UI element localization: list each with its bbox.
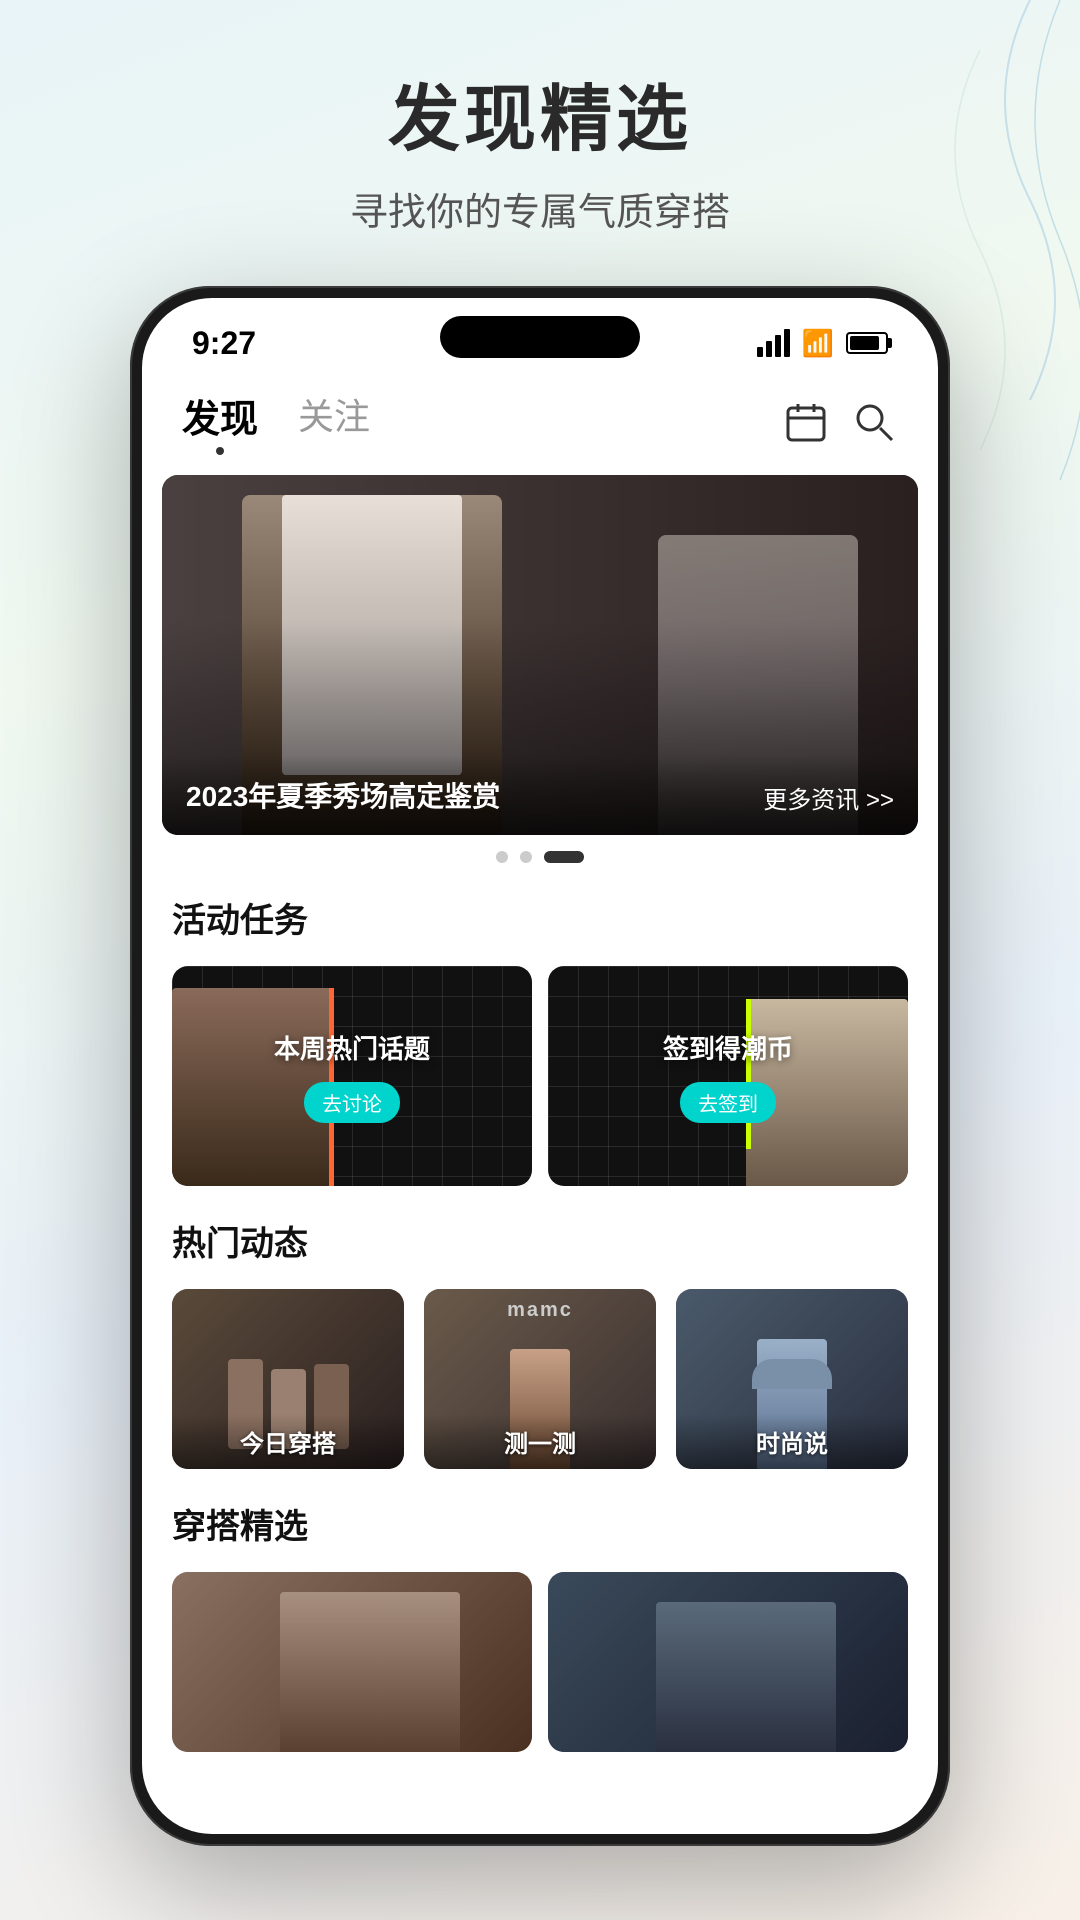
page-subtitle: 寻找你的专属气质穿搭 (350, 181, 730, 236)
dynamic-item-fashion-talk[interactable]: 时尚说 (676, 1289, 908, 1469)
activity-section-title: 活动任务 (172, 893, 908, 942)
dynamic-item-daily-outfit[interactable]: 今日穿搭 (172, 1289, 404, 1469)
activity-card-2-button[interactable]: 去签到 (680, 1082, 776, 1123)
dynamic-1-label: 今日穿搭 (172, 1414, 404, 1469)
activity-grid: 本周热门话题 去讨论 签到得潮币 去签到 (142, 966, 938, 1186)
banner[interactable]: 2023年夏季秀场高定鉴赏 更多资讯 >> (162, 475, 918, 835)
nav-tabs: 发现 关注 (182, 388, 370, 455)
outfit-grid (142, 1572, 938, 1752)
calendar-icon[interactable] (782, 398, 830, 446)
dynamics-grid: 今日穿搭 mamc 测一测 时尚说 (142, 1289, 938, 1469)
status-icons: 📶 (757, 328, 888, 359)
outfit-card-1[interactable] (172, 1572, 532, 1752)
activity-card-2-content: 签到得潮币 去签到 (548, 966, 908, 1186)
activity-card-1-button[interactable]: 去讨论 (304, 1082, 400, 1123)
signal-icon (757, 329, 790, 357)
page-title: 发现精选 (350, 60, 730, 165)
dot-2[interactable] (520, 851, 532, 863)
nav-bar: 发现 关注 (142, 368, 938, 475)
dot-3-active[interactable] (544, 851, 584, 863)
outfit-section: 穿搭精选 (142, 1469, 938, 1548)
activity-card-2-text: 签到得潮币 (663, 1029, 793, 1066)
banner-more-link[interactable]: 更多资讯 >> (763, 780, 894, 815)
activity-card-checkin[interactable]: 签到得潮币 去签到 (548, 966, 908, 1186)
dynamic-2-label: 测一测 (424, 1414, 656, 1469)
header-section: 发现精选 寻找你的专属气质穿搭 (350, 60, 730, 236)
outfit-card-2[interactable] (548, 1572, 908, 1752)
search-icon[interactable] (850, 398, 898, 446)
activity-card-1-text: 本周热门话题 (274, 1029, 430, 1066)
dynamics-section-title: 热门动态 (172, 1216, 908, 1265)
banner-title: 2023年夏季秀场高定鉴赏 (186, 775, 500, 815)
dot-1[interactable] (496, 851, 508, 863)
tab-discover[interactable]: 发现 (182, 388, 258, 455)
dynamic-item-test[interactable]: mamc 测一测 (424, 1289, 656, 1469)
dynamics-section: 热门动态 (142, 1186, 938, 1265)
banner-dots (142, 851, 938, 863)
activity-section: 活动任务 (142, 863, 938, 942)
outfit-section-title: 穿搭精选 (172, 1499, 908, 1548)
tab-follow[interactable]: 关注 (298, 388, 370, 455)
battery-icon (846, 332, 888, 354)
banner-overlay: 2023年夏季秀场高定鉴赏 更多资讯 >> (162, 755, 918, 835)
activity-card-hot-topic[interactable]: 本周热门话题 去讨论 (172, 966, 532, 1186)
phone-screen: 9:27 📶 发现 关注 (142, 298, 938, 1834)
phone-frame: 9:27 📶 发现 关注 (130, 286, 950, 1846)
activity-card-1-content: 本周热门话题 去讨论 (172, 966, 532, 1186)
nav-action-icons (782, 398, 898, 446)
dynamic-3-label: 时尚说 (676, 1414, 908, 1469)
dynamic-island (440, 316, 640, 358)
wifi-icon: 📶 (802, 328, 834, 359)
status-time: 9:27 (192, 325, 256, 362)
